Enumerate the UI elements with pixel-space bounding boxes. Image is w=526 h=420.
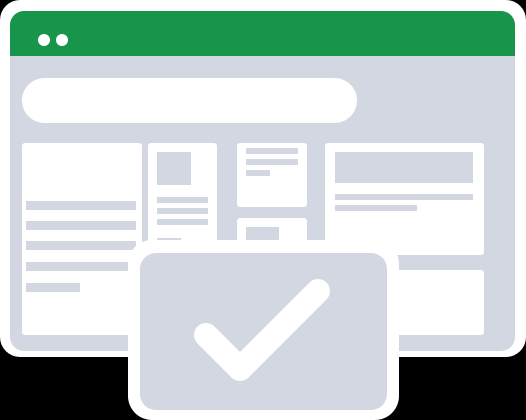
text-line-placeholder <box>335 194 473 200</box>
image-placeholder <box>335 152 473 183</box>
text-line-placeholder <box>157 219 208 225</box>
window-titlebar <box>10 11 515 56</box>
text-line-placeholder <box>157 208 208 214</box>
window-dot-icon <box>38 34 50 46</box>
text-line-placeholder <box>246 148 298 154</box>
checkmark-icon <box>194 279 330 381</box>
success-badge <box>140 253 387 410</box>
content-card <box>385 270 484 335</box>
text-line-placeholder <box>26 241 136 250</box>
illustration <box>0 0 526 420</box>
text-line-placeholder <box>26 283 80 292</box>
content-card <box>325 143 484 255</box>
search-bar-placeholder <box>22 78 357 123</box>
text-line-placeholder <box>26 201 136 210</box>
text-line-placeholder <box>26 221 136 230</box>
text-line-placeholder <box>335 205 417 211</box>
content-card <box>237 143 307 207</box>
text-line-placeholder <box>26 262 136 271</box>
text-line-placeholder <box>157 197 208 203</box>
text-line-placeholder <box>246 159 298 165</box>
text-line-placeholder <box>246 170 270 176</box>
content-card <box>22 143 142 335</box>
image-placeholder <box>157 152 191 185</box>
window-dot-icon <box>56 34 68 46</box>
